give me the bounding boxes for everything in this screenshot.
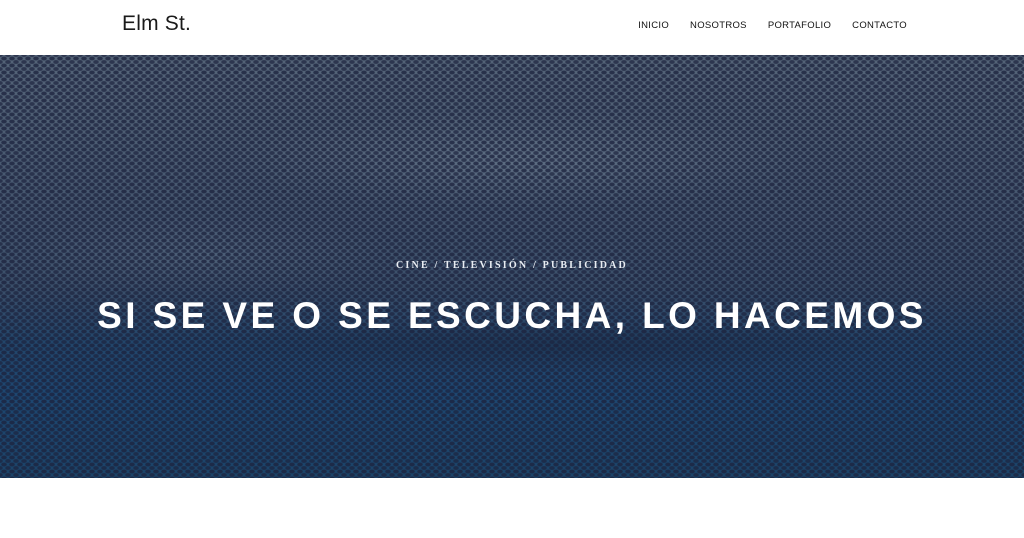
hero-banner: CINE / TELEVISIÓN / PUBLICIDAD SI SE VE … xyxy=(0,55,1024,478)
nav-link-portafolio[interactable]: PORTAFOLIO xyxy=(768,20,831,31)
site-header: Elm St. INICIO NOSOTROS PORTAFOLIO CONTA… xyxy=(0,0,1024,55)
brand-logo-link[interactable]: Elm St. xyxy=(122,12,191,36)
nav-link-nosotros[interactable]: NOSOTROS xyxy=(690,20,747,31)
nav-link-inicio[interactable]: INICIO xyxy=(638,20,669,31)
hero-headline: SI SE VE O SE ESCUCHA, LO HACEMOS xyxy=(97,295,927,336)
page: Elm St. INICIO NOSOTROS PORTAFOLIO CONTA… xyxy=(0,0,1024,538)
main-nav: INICIO NOSOTROS PORTAFOLIO CONTACTO xyxy=(638,20,907,31)
nav-link-contacto[interactable]: CONTACTO xyxy=(852,20,907,31)
hero-subtitle: CINE / TELEVISIÓN / PUBLICIDAD xyxy=(396,260,628,271)
